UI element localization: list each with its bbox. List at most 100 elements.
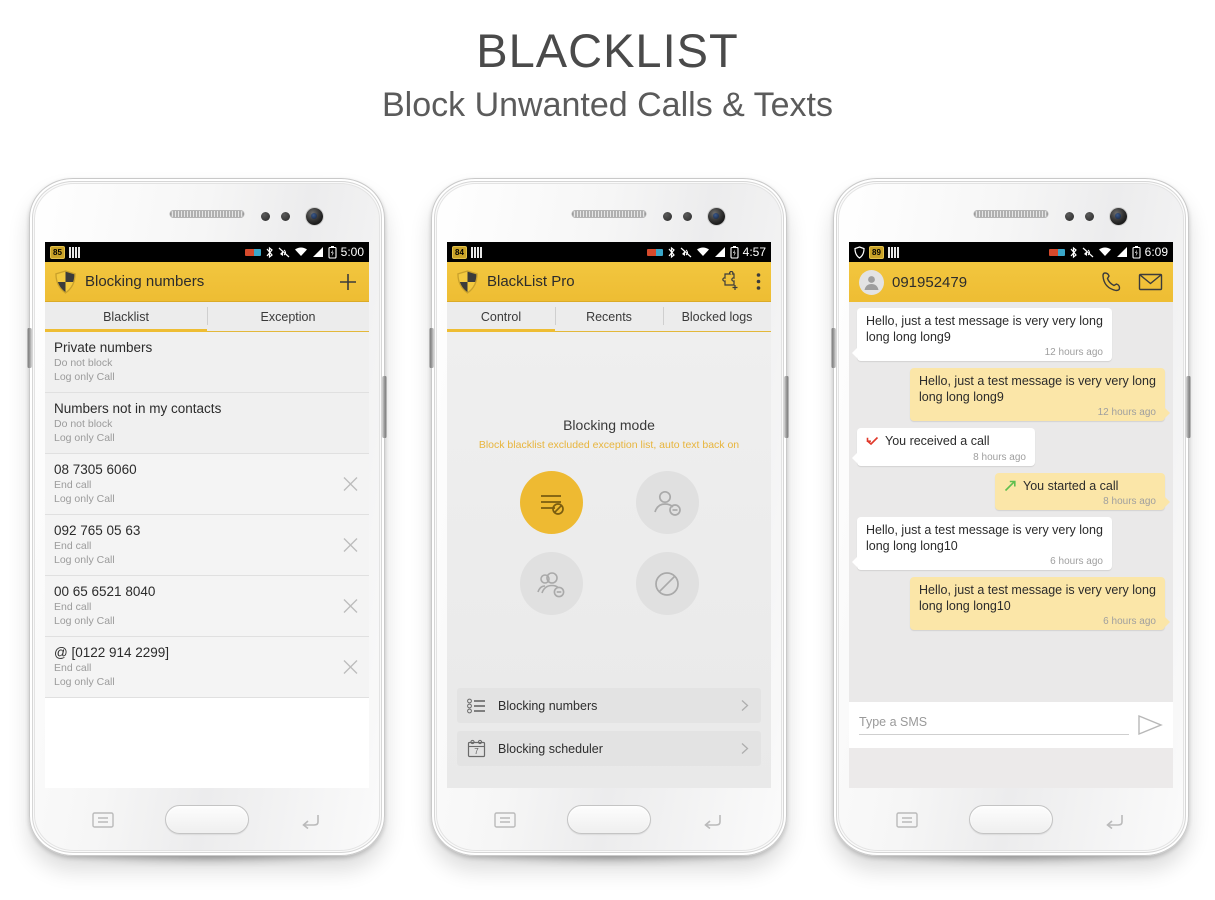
back-capacitive-icon[interactable] bbox=[702, 811, 724, 829]
mode-option-group[interactable] bbox=[519, 552, 583, 615]
avatar bbox=[859, 269, 884, 295]
add-number-icon[interactable] bbox=[337, 271, 359, 293]
list-item-action: Do not block bbox=[54, 357, 113, 369]
menu-capacitive-icon[interactable] bbox=[92, 811, 114, 829]
power-button[interactable] bbox=[1186, 376, 1191, 438]
message-time: 12 hours ago bbox=[1044, 347, 1103, 358]
bluetooth-icon bbox=[668, 246, 675, 258]
shield-status-icon bbox=[854, 245, 865, 259]
tab-blocked-logs[interactable]: Blocked logs bbox=[663, 302, 771, 332]
send-icon[interactable] bbox=[1137, 714, 1163, 736]
front-camera-icon bbox=[306, 208, 323, 225]
message-bubble[interactable]: Hello, just a test message is very very … bbox=[910, 577, 1170, 630]
list-item-number: 00 65 6521 8040 bbox=[54, 584, 156, 599]
home-button[interactable] bbox=[165, 805, 249, 834]
overflow-menu-icon[interactable] bbox=[756, 272, 761, 291]
control-menu: Blocking numbers 7 Blocking scheduler bbox=[457, 688, 761, 774]
volume-button[interactable] bbox=[831, 328, 836, 368]
list-item[interactable]: Numbers not in my contacts Do not block … bbox=[45, 393, 369, 454]
status-time: 4:57 bbox=[742, 245, 766, 259]
menu-item-blocking-numbers[interactable]: Blocking numbers bbox=[457, 688, 761, 723]
list-item[interactable]: Private numbers Do not block Log only Ca… bbox=[45, 332, 369, 393]
tab-exception[interactable]: Exception bbox=[207, 302, 369, 332]
sim-signal-icon bbox=[887, 246, 899, 258]
message-time: 6 hours ago bbox=[1103, 616, 1156, 627]
list-empty-area bbox=[45, 698, 369, 788]
calendar-icon: 7 bbox=[467, 739, 486, 758]
menu-item-label: Blocking scheduler bbox=[498, 741, 603, 756]
mode-option-blacklist[interactable] bbox=[519, 471, 583, 534]
list-item-log: Log only Call bbox=[54, 676, 115, 688]
mode-option-block-all[interactable] bbox=[635, 552, 699, 615]
remove-icon[interactable] bbox=[342, 659, 359, 676]
sms-thread[interactable]: Hello, just a test message is very very … bbox=[849, 302, 1173, 748]
phone3-screen: 89 6:09 091952479 Hello, just a test mes… bbox=[849, 242, 1173, 788]
message-time: 6 hours ago bbox=[1050, 556, 1103, 567]
list-item-log: Log only Call bbox=[54, 554, 115, 566]
list-item[interactable]: 00 65 6521 8040 End call Log only Call bbox=[45, 576, 369, 637]
remove-icon[interactable] bbox=[342, 598, 359, 615]
tab-control[interactable]: Control bbox=[447, 302, 555, 332]
call-event-bubble[interactable]: You received a call 8 hours ago bbox=[852, 428, 1035, 466]
power-button[interactable] bbox=[382, 376, 387, 438]
sms-composer: Type a SMS bbox=[849, 702, 1173, 748]
wifi-icon bbox=[294, 247, 307, 256]
phone-mockup-blocking-numbers: 85 5:00 Blocking numbers Blacklist Excep… bbox=[27, 178, 387, 866]
list-item-action: End call bbox=[54, 540, 92, 552]
chevron-right-icon bbox=[741, 743, 749, 754]
person-minus-icon bbox=[654, 490, 681, 516]
proximity-sensor-icon bbox=[1065, 212, 1074, 221]
tab-recents[interactable]: Recents bbox=[555, 302, 663, 332]
message-bubble[interactable]: Hello, just a test message is very very … bbox=[852, 517, 1112, 570]
remove-icon[interactable] bbox=[342, 476, 359, 493]
tab-blacklist-label: Blacklist bbox=[103, 310, 149, 324]
call-event-bubble[interactable]: You started a call 8 hours ago bbox=[995, 472, 1170, 510]
message-icon[interactable] bbox=[1138, 272, 1163, 292]
call-icon[interactable] bbox=[1100, 271, 1124, 293]
menu-item-blocking-scheduler[interactable]: 7 Blocking scheduler bbox=[457, 731, 761, 766]
phone2-title: BlackList Pro bbox=[487, 273, 575, 290]
wifi-icon bbox=[696, 247, 709, 256]
incoming-call-arrow-icon bbox=[866, 436, 879, 445]
vibrate-mute-icon bbox=[1082, 247, 1094, 257]
earpiece-speaker-icon bbox=[571, 210, 647, 218]
add-plugin-icon[interactable] bbox=[721, 271, 742, 292]
tab-recents-label: Recents bbox=[586, 310, 632, 324]
tab-blacklist[interactable]: Blacklist bbox=[45, 302, 207, 332]
blocking-mode-subtitle: Block blacklist excluded exception list,… bbox=[478, 439, 740, 451]
list-item-action: Do not block bbox=[54, 418, 113, 430]
remove-icon[interactable] bbox=[342, 537, 359, 554]
list-item-number: 092 765 05 63 bbox=[54, 523, 141, 538]
volume-button[interactable] bbox=[27, 328, 32, 368]
vibrate-mute-icon bbox=[278, 247, 290, 257]
message-text: Hello, just a test message is very very … bbox=[866, 314, 1103, 344]
home-button[interactable] bbox=[567, 805, 651, 834]
sms-input[interactable]: Type a SMS bbox=[859, 715, 1129, 735]
status-time: 6:09 bbox=[1144, 245, 1168, 259]
volume-button[interactable] bbox=[429, 328, 434, 368]
list-item[interactable]: @ [0122 914 2299] End call Log only Call bbox=[45, 637, 369, 698]
message-bubble[interactable]: Hello, just a test message is very very … bbox=[852, 308, 1112, 361]
phone2-tabs: Control Recents Blocked logs bbox=[447, 302, 771, 332]
list-item[interactable]: 092 765 05 63 End call Log only Call bbox=[45, 515, 369, 576]
tab-control-label: Control bbox=[480, 310, 522, 324]
list-item[interactable]: 08 7305 6060 End call Log only Call bbox=[45, 454, 369, 515]
mode-option-contacts[interactable] bbox=[635, 471, 699, 534]
phone-mockup-sms-thread: 89 6:09 091952479 Hello, just a test mes… bbox=[831, 178, 1191, 866]
list-item-action: End call bbox=[54, 601, 92, 613]
menu-capacitive-icon[interactable] bbox=[896, 811, 918, 829]
menu-capacitive-icon[interactable] bbox=[494, 811, 516, 829]
back-capacitive-icon[interactable] bbox=[300, 811, 322, 829]
cell-signal-icon bbox=[1116, 247, 1127, 257]
dual-sim-icon bbox=[646, 248, 663, 256]
blocking-mode-options bbox=[447, 471, 771, 615]
tab-exception-label: Exception bbox=[260, 310, 316, 324]
blacklist-list[interactable]: Private numbers Do not block Log only Ca… bbox=[45, 332, 369, 788]
phones-row: 85 5:00 Blocking numbers Blacklist Excep… bbox=[0, 178, 1215, 878]
power-button[interactable] bbox=[784, 376, 789, 438]
message-bubble[interactable]: Hello, just a test message is very very … bbox=[910, 368, 1170, 421]
back-capacitive-icon[interactable] bbox=[1104, 811, 1126, 829]
message-time: 8 hours ago bbox=[973, 451, 1026, 463]
home-button[interactable] bbox=[969, 805, 1053, 834]
list-item-action: End call bbox=[54, 479, 92, 491]
